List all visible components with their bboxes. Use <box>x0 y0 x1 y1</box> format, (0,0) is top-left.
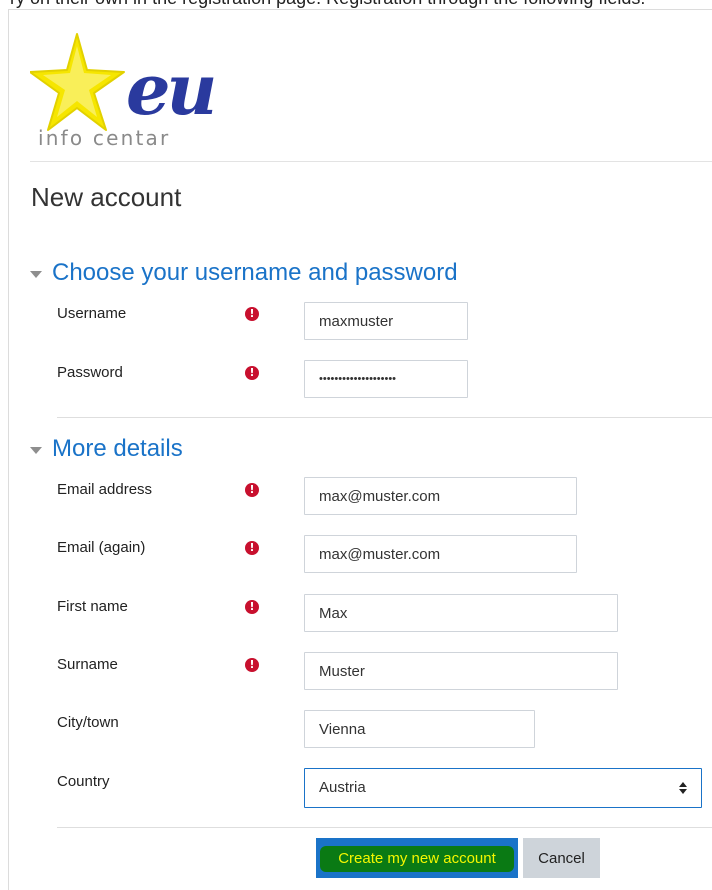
section-credentials-title: Choose your username and password <box>52 259 458 286</box>
required-icon: ! <box>245 541 259 555</box>
page-title: New account <box>31 182 182 212</box>
logo-letters: eu <box>126 48 214 131</box>
caption-text: ry on their own in the registration page… <box>10 0 645 8</box>
country-label: Country <box>57 773 110 790</box>
first-name-label: First name <box>57 598 128 615</box>
select-arrows-icon <box>679 781 687 795</box>
password-label: Password <box>57 364 123 381</box>
username-input[interactable] <box>304 302 468 340</box>
city-input[interactable] <box>304 710 535 748</box>
email-input[interactable] <box>304 477 577 515</box>
required-icon: ! <box>245 658 259 672</box>
required-icon: ! <box>245 366 259 380</box>
section-details-title: More details <box>52 435 183 462</box>
city-label: City/town <box>57 714 119 731</box>
required-icon: ! <box>245 307 259 321</box>
section-divider <box>57 417 712 418</box>
email-again-label: Email (again) <box>57 539 146 556</box>
password-input[interactable] <box>304 360 468 398</box>
country-selected-value: Austria <box>319 779 366 796</box>
logo-caption: info centar <box>38 126 171 150</box>
create-account-button[interactable]: Create my new account <box>316 838 518 878</box>
username-label: Username <box>57 305 127 322</box>
section-credentials-toggle[interactable]: Choose your username and password <box>30 259 458 287</box>
email-again-input[interactable] <box>304 535 577 573</box>
create-account-label: Create my new account <box>338 850 496 867</box>
form-footer-divider <box>57 827 712 828</box>
section-details-toggle[interactable]: More details <box>30 435 183 463</box>
cancel-button[interactable]: Cancel <box>523 838 600 878</box>
header-divider <box>30 161 712 162</box>
caret-down-icon <box>30 446 42 454</box>
required-icon: ! <box>245 600 259 614</box>
country-select[interactable]: Austria <box>304 768 702 808</box>
caret-down-icon <box>30 270 42 278</box>
surname-label: Surname <box>57 656 118 673</box>
surname-input[interactable] <box>304 652 618 690</box>
first-name-input[interactable] <box>304 594 618 632</box>
required-icon: ! <box>245 483 259 497</box>
email-label: Email address <box>57 481 153 498</box>
